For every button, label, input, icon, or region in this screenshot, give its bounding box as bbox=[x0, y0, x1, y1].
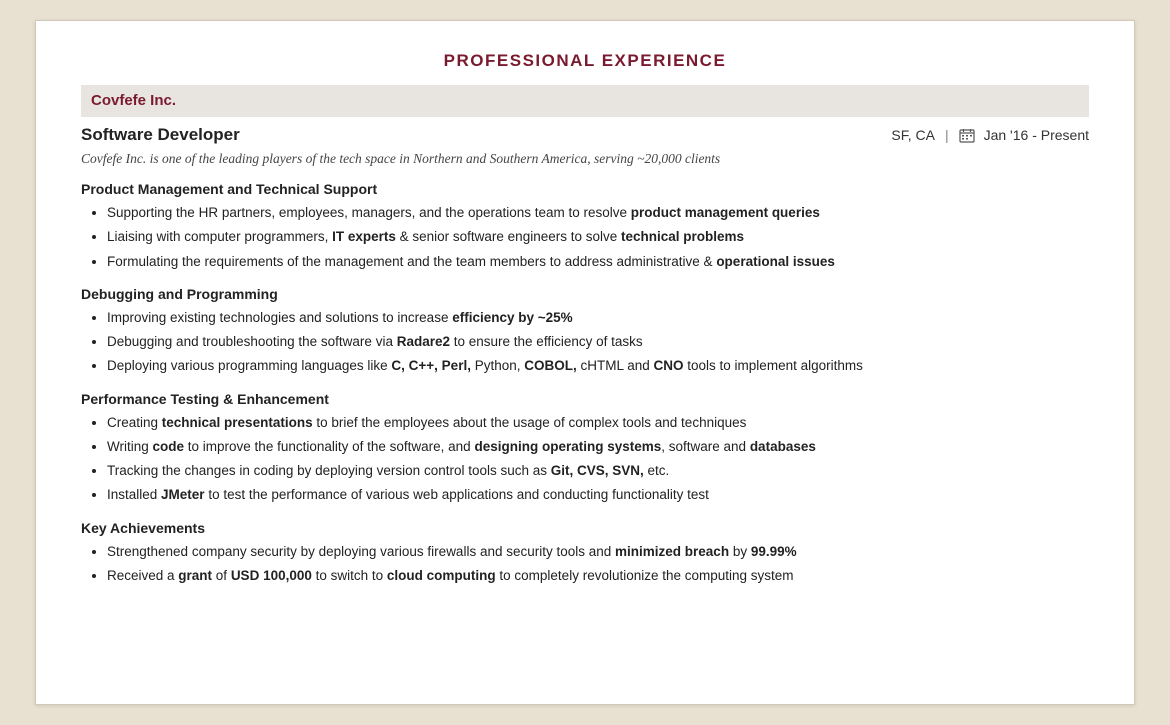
list-item: Writing code to improve the functionalit… bbox=[107, 437, 1089, 457]
job-date-range: Jan '16 - Present bbox=[984, 127, 1089, 143]
subsection-title: Debugging and Programming bbox=[81, 286, 1089, 302]
company-name: Covfefe Inc. bbox=[91, 92, 176, 109]
job-location: SF, CA bbox=[891, 127, 935, 143]
bold-text: Git, CVS, SVN, bbox=[551, 463, 644, 478]
normal-text: to switch to bbox=[312, 568, 387, 583]
calendar-icon bbox=[959, 128, 975, 143]
bold-text: grant bbox=[178, 568, 212, 583]
bold-text: technical problems bbox=[621, 229, 744, 244]
normal-text: Strengthened company security by deployi… bbox=[107, 544, 615, 559]
list-item: Tracking the changes in coding by deploy… bbox=[107, 461, 1089, 481]
list-item: Creating technical presentations to brie… bbox=[107, 413, 1089, 433]
list-item: Strengthened company security by deployi… bbox=[107, 542, 1089, 562]
normal-text: Writing bbox=[107, 439, 153, 454]
normal-text: & senior software engineers to solve bbox=[396, 229, 621, 244]
normal-text: to improve the functionality of the soft… bbox=[184, 439, 474, 454]
normal-text: to test the performance of various web a… bbox=[205, 487, 709, 502]
bold-text: CNO bbox=[654, 358, 684, 373]
job-meta: SF, CA | Jan '16 - Present bbox=[891, 127, 1089, 143]
subsection-title: Performance Testing & Enhancement bbox=[81, 391, 1089, 407]
list-item: Debugging and troubleshooting the softwa… bbox=[107, 332, 1089, 352]
normal-text: Python, bbox=[471, 358, 524, 373]
normal-text: cHTML and bbox=[577, 358, 654, 373]
list-item: Deploying various programming languages … bbox=[107, 356, 1089, 376]
list-item: Improving existing technologies and solu… bbox=[107, 308, 1089, 328]
normal-text: Deploying various programming languages … bbox=[107, 358, 391, 373]
list-item: Installed JMeter to test the performance… bbox=[107, 485, 1089, 505]
normal-text: by bbox=[729, 544, 751, 559]
bold-text: product management queries bbox=[631, 205, 820, 220]
subsection-title: Product Management and Technical Support bbox=[81, 181, 1089, 197]
list-item: Received a grant of USD 100,000 to switc… bbox=[107, 566, 1089, 586]
list-item: Liaising with computer programmers, IT e… bbox=[107, 227, 1089, 247]
bold-text: cloud computing bbox=[387, 568, 496, 583]
normal-text: Tracking the changes in coding by deploy… bbox=[107, 463, 551, 478]
bullet-list: Improving existing technologies and solu… bbox=[107, 308, 1089, 377]
normal-text: etc. bbox=[644, 463, 670, 478]
bullet-list: Supporting the HR partners, employees, m… bbox=[107, 203, 1089, 272]
section-title: PROFESSIONAL EXPERIENCE bbox=[81, 51, 1089, 71]
normal-text: Received a bbox=[107, 568, 178, 583]
resume-page: PROFESSIONAL EXPERIENCE Covfefe Inc. Sof… bbox=[35, 20, 1135, 705]
bold-text: code bbox=[153, 439, 185, 454]
bold-text: JMeter bbox=[161, 487, 205, 502]
normal-text: to completely revolutionize the computin… bbox=[496, 568, 794, 583]
bold-text: technical presentations bbox=[162, 415, 313, 430]
subsections-container: Product Management and Technical Support… bbox=[81, 181, 1089, 586]
normal-text: Debugging and troubleshooting the softwa… bbox=[107, 334, 397, 349]
bold-text: operational issues bbox=[716, 254, 835, 269]
list-item: Formulating the requirements of the mana… bbox=[107, 252, 1089, 272]
bold-text: Radare2 bbox=[397, 334, 450, 349]
bold-text: USD 100,000 bbox=[231, 568, 312, 583]
bold-text: IT experts bbox=[332, 229, 396, 244]
normal-text: Creating bbox=[107, 415, 162, 430]
list-item: Supporting the HR partners, employees, m… bbox=[107, 203, 1089, 223]
normal-text: tools to implement algorithms bbox=[684, 358, 863, 373]
normal-text: Liaising with computer programmers, bbox=[107, 229, 332, 244]
normal-text: of bbox=[212, 568, 231, 583]
job-title-row: Software Developer SF, CA | Jan '16 - Pr… bbox=[81, 125, 1089, 145]
bullet-list: Creating technical presentations to brie… bbox=[107, 413, 1089, 506]
bold-text: efficiency by ~25% bbox=[452, 310, 572, 325]
bold-text: minimized breach bbox=[615, 544, 729, 559]
bullet-list: Strengthened company security by deployi… bbox=[107, 542, 1089, 587]
normal-text: Supporting the HR partners, employees, m… bbox=[107, 205, 631, 220]
bold-text: databases bbox=[750, 439, 816, 454]
normal-text: Formulating the requirements of the mana… bbox=[107, 254, 716, 269]
normal-text: Improving existing technologies and solu… bbox=[107, 310, 452, 325]
job-title: Software Developer bbox=[81, 125, 240, 145]
normal-text: , software and bbox=[661, 439, 750, 454]
normal-text: to ensure the efficiency of tasks bbox=[450, 334, 643, 349]
company-description: Covfefe Inc. is one of the leading playe… bbox=[81, 151, 1089, 167]
normal-text: Installed bbox=[107, 487, 161, 502]
bold-text: designing operating systems bbox=[474, 439, 661, 454]
company-header: Covfefe Inc. bbox=[81, 85, 1089, 117]
bold-text: COBOL, bbox=[524, 358, 577, 373]
bold-text: 99.99% bbox=[751, 544, 797, 559]
bold-text: C, C++, Perl, bbox=[391, 358, 471, 373]
normal-text: to brief the employees about the usage o… bbox=[313, 415, 747, 430]
separator: | bbox=[945, 127, 949, 143]
subsection-title: Key Achievements bbox=[81, 520, 1089, 536]
